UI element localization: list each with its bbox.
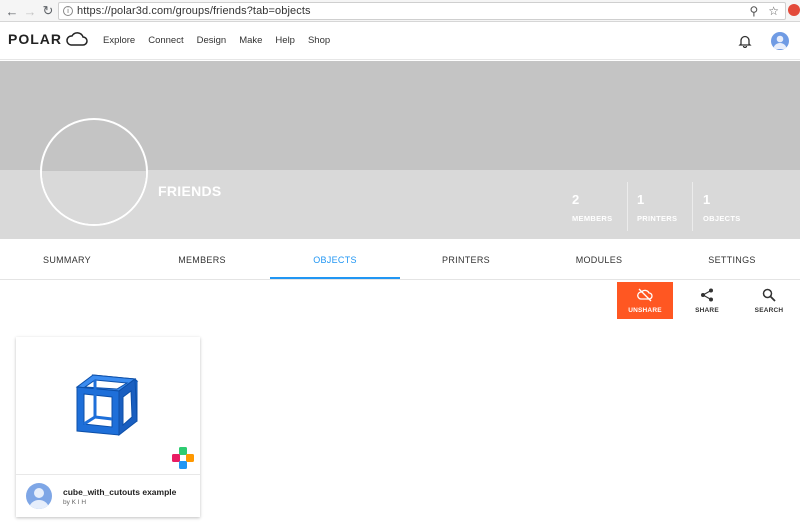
tab-printers[interactable]: PRINTERS xyxy=(401,239,531,280)
tab-settings[interactable]: SETTINGS xyxy=(667,239,797,280)
star-icon[interactable]: ☆ xyxy=(768,4,779,18)
object-thumbnail[interactable] xyxy=(16,337,200,475)
group-banner: FRIENDS 2 MEMBERS 1 PRINTERS 1 OBJECTS xyxy=(0,61,800,239)
group-tabs: SUMMARY MEMBERS OBJECTS PRINTERS MODULES… xyxy=(0,239,800,280)
stat-members-value: 2 xyxy=(572,192,580,207)
group-avatar xyxy=(40,118,148,226)
search-label: SEARCH xyxy=(754,307,784,314)
extension-icon[interactable] xyxy=(788,4,800,16)
search-button[interactable]: SEARCH xyxy=(741,282,797,319)
stat-objects-value: 1 xyxy=(703,192,711,207)
info-icon[interactable]: i xyxy=(63,6,73,16)
stat-printers-value: 1 xyxy=(637,192,645,207)
app-badge-icon xyxy=(172,447,194,469)
cube-model-image xyxy=(75,374,139,437)
stat-objects[interactable]: 1 OBJECTS xyxy=(703,192,741,223)
active-tab-indicator xyxy=(270,277,400,279)
cloud-logo-icon xyxy=(66,32,88,46)
nav-connect[interactable]: Connect xyxy=(148,35,183,46)
nav-design[interactable]: Design xyxy=(197,35,227,46)
object-title[interactable]: cube_with_cutouts example xyxy=(63,487,176,497)
cloud-off-icon xyxy=(637,288,653,302)
tab-modules[interactable]: MODULES xyxy=(534,239,664,280)
main-nav: Explore Connect Design Make Help Shop xyxy=(103,35,343,46)
browser-toolbar: ← → ↻ i https://polar3d.com/groups/frien… xyxy=(0,0,800,22)
share-button[interactable]: SHARE xyxy=(679,282,735,319)
stat-members[interactable]: 2 MEMBERS xyxy=(572,192,612,223)
stat-divider xyxy=(627,182,628,231)
unshare-label: UNSHARE xyxy=(628,307,662,314)
nav-make[interactable]: Make xyxy=(239,35,262,46)
nav-help[interactable]: Help xyxy=(275,35,295,46)
forward-icon[interactable]: → xyxy=(21,2,39,20)
search-icon xyxy=(762,288,776,302)
stat-divider xyxy=(692,182,693,231)
tab-summary[interactable]: SUMMARY xyxy=(2,239,132,280)
stat-printers[interactable]: 1 PRINTERS xyxy=(637,192,677,223)
stat-members-label: MEMBERS xyxy=(572,214,613,223)
logo[interactable]: POLAR xyxy=(8,31,88,47)
unshare-button[interactable]: UNSHARE xyxy=(617,282,673,319)
object-owner: by K I H xyxy=(63,499,87,506)
owner-avatar[interactable] xyxy=(26,483,52,509)
logo-text: POLAR xyxy=(8,31,62,47)
user-avatar-icon[interactable] xyxy=(771,32,789,50)
tab-objects[interactable]: OBJECTS xyxy=(270,239,400,280)
group-name: FRIENDS xyxy=(158,183,222,199)
stat-printers-label: PRINTERS xyxy=(637,214,678,223)
bell-icon[interactable] xyxy=(738,34,752,48)
object-card[interactable]: cube_with_cutouts example by K I H xyxy=(16,337,200,517)
share-label: SHARE xyxy=(695,307,719,314)
share-icon xyxy=(701,288,713,302)
address-bar[interactable]: i https://polar3d.com/groups/friends?tab… xyxy=(58,2,786,20)
tab-members[interactable]: MEMBERS xyxy=(137,239,267,280)
back-icon[interactable]: ← xyxy=(3,2,21,20)
nav-shop[interactable]: Shop xyxy=(308,35,330,46)
app-header: POLAR Explore Connect Design Make Help S… xyxy=(0,22,800,60)
nav-explore[interactable]: Explore xyxy=(103,35,135,46)
reload-icon[interactable]: ↻ xyxy=(39,2,57,20)
zoom-icon[interactable]: ⚲ xyxy=(749,4,758,18)
stat-objects-label: OBJECTS xyxy=(703,214,741,223)
url-text: https://polar3d.com/groups/friends?tab=o… xyxy=(77,5,311,17)
